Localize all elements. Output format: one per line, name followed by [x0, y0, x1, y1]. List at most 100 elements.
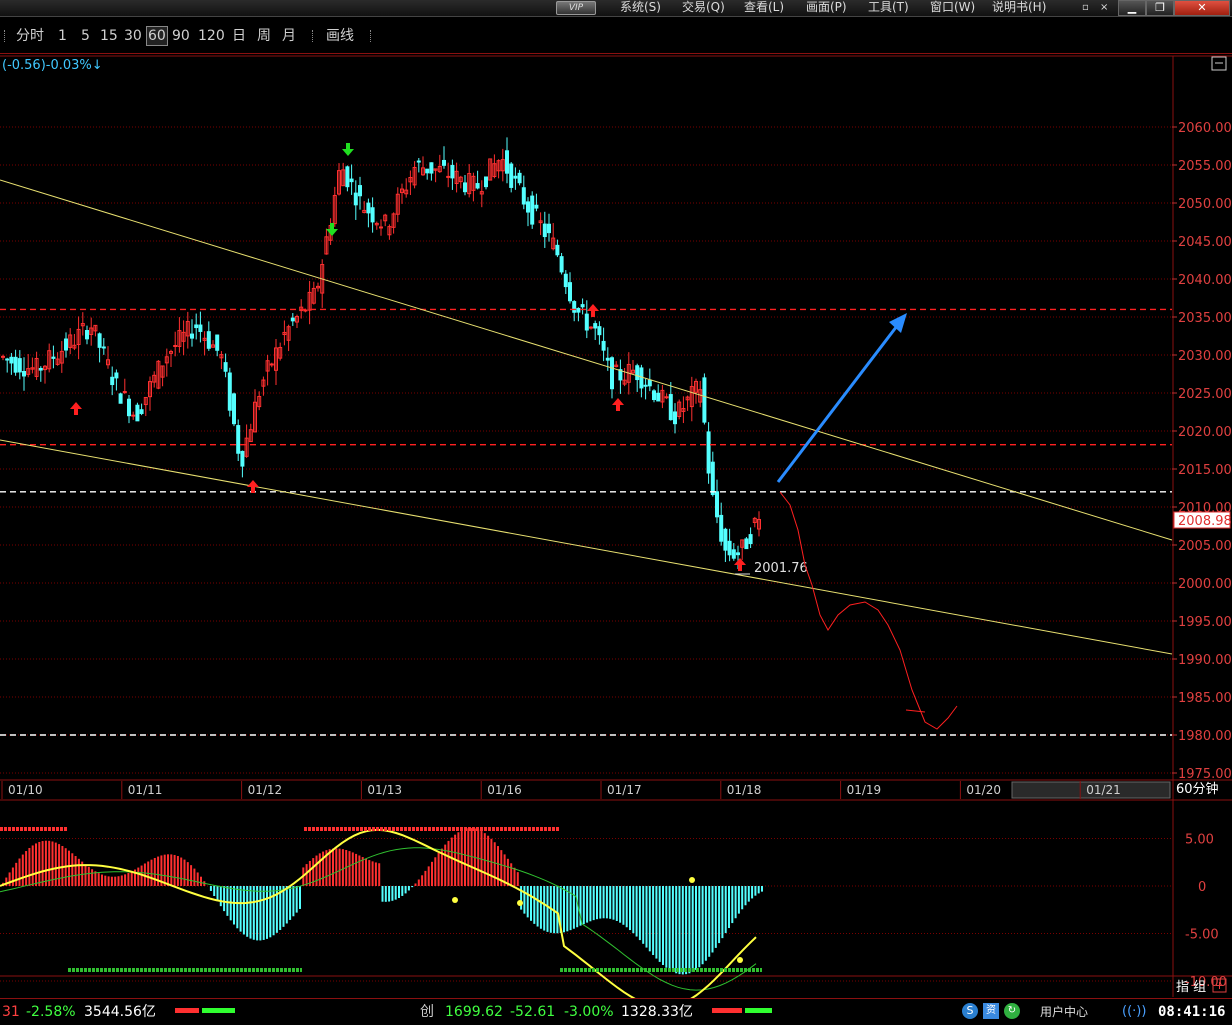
macd-bar	[728, 886, 730, 928]
candle-body	[732, 550, 735, 558]
macd-bar	[573, 886, 575, 929]
date-axis: 01/1001/1101/1201/1301/1601/1701/1801/19…	[2, 781, 1170, 799]
macd-bar	[335, 848, 337, 886]
news-icon[interactable]: 资	[983, 1003, 999, 1019]
candle-body	[132, 415, 135, 416]
price-tick-label: 1995.00	[1178, 615, 1232, 630]
candle-body	[237, 426, 240, 454]
macd-bar	[362, 857, 364, 886]
macd-bar	[642, 886, 644, 944]
overlay: 2001.76	[0, 143, 1172, 735]
index1-pct: -2.58%	[26, 1003, 76, 1021]
macd-bar	[583, 886, 585, 924]
projection-arrow-icon	[889, 313, 907, 333]
macd-bar	[88, 867, 90, 886]
macd-bar	[355, 854, 357, 886]
s-icon[interactable]: S	[962, 1003, 978, 1019]
candle-body	[535, 205, 538, 208]
forecast-path	[780, 492, 957, 729]
macd-bar	[32, 845, 34, 886]
candle-body	[380, 227, 383, 228]
macd-bar	[665, 886, 667, 968]
candle-body	[606, 358, 609, 360]
candle-body	[65, 339, 68, 350]
candle-body	[10, 357, 13, 363]
index2-amount: 1328.33亿	[621, 1003, 693, 1021]
macd-bar	[563, 886, 565, 932]
macd-bar	[266, 886, 268, 939]
macd-bar	[725, 886, 727, 933]
macd-bar	[523, 886, 525, 914]
macd-bar	[177, 856, 179, 886]
macd-bar	[210, 886, 212, 891]
candle-body	[86, 331, 89, 339]
macd-bar	[679, 886, 681, 974]
date-tick-label: 01/17	[607, 783, 642, 797]
macd-bar	[543, 886, 545, 931]
macd-bar	[510, 863, 512, 886]
macd-bar	[349, 851, 351, 886]
period-label[interactable]: 60分钟	[1176, 781, 1228, 799]
indicator-tick-label: 0	[1198, 880, 1206, 895]
macd-bar	[438, 853, 440, 886]
macd-bar	[296, 886, 298, 913]
price-tick-label: 2020.00	[1178, 425, 1232, 440]
macd-bar	[339, 849, 341, 886]
macd-bar	[599, 886, 601, 919]
macd-bar	[25, 851, 27, 886]
candle-body	[207, 332, 210, 349]
price-tick-label: 2040.00	[1178, 273, 1232, 288]
candle-body	[669, 395, 672, 420]
date-tick-label: 01/13	[367, 783, 402, 797]
macd-bar	[461, 830, 463, 886]
date-tick-label: 01/11	[128, 783, 163, 797]
price-tick-label: 1975.00	[1178, 767, 1232, 782]
macd-bar	[639, 886, 641, 940]
macd-bar	[530, 886, 532, 921]
macd-bar	[68, 851, 70, 886]
candle-body	[485, 177, 488, 187]
candle-body	[367, 203, 370, 213]
macd-bar	[411, 886, 413, 887]
macd-bar	[702, 886, 704, 964]
macd-bar	[190, 865, 192, 886]
date-tick-label: 01/12	[248, 783, 283, 797]
candle-body	[98, 334, 101, 348]
candle-body	[18, 359, 21, 372]
index2-name: 创	[420, 1003, 434, 1021]
indicator-group-label[interactable]: 指 组	[1176, 976, 1206, 995]
price-tick-label: 2055.00	[1178, 159, 1232, 174]
candle-body	[136, 405, 139, 421]
candle-body	[354, 193, 357, 205]
candles	[2, 137, 761, 569]
macd-bar	[243, 886, 245, 934]
upper-trend-line	[0, 180, 1172, 540]
candle-body	[674, 412, 677, 424]
date-tick-label: 01/19	[847, 783, 882, 797]
macd-bar	[659, 886, 661, 962]
macd-bar	[71, 853, 73, 886]
candle-body	[128, 399, 131, 415]
candle-body	[724, 529, 727, 550]
index2-change: -52.61	[510, 1003, 555, 1021]
candle-body	[119, 394, 122, 403]
macd-bar	[685, 886, 687, 974]
candle-body	[611, 358, 614, 389]
macd-bar	[698, 886, 700, 967]
macd-bar	[45, 841, 47, 886]
candle-body	[464, 183, 467, 192]
candle-body	[720, 515, 723, 541]
candle-body	[199, 325, 202, 331]
candle-body	[573, 302, 576, 313]
candle-body	[636, 366, 639, 380]
macd-bar	[283, 886, 285, 927]
candlestick-chart[interactable]: 2001.76 2060.002055.002050.002045.002040…	[0, 0, 1232, 998]
macd-bar	[375, 862, 377, 886]
price-tick-label: 2015.00	[1178, 463, 1232, 478]
macd-bar	[35, 843, 37, 886]
user-center-link[interactable]: 用户中心	[1040, 1003, 1088, 1021]
macd-bar	[388, 886, 390, 902]
macd-bar	[708, 886, 710, 957]
candle-body	[564, 274, 567, 286]
refresh-icon[interactable]: ↻	[1004, 1003, 1020, 1019]
